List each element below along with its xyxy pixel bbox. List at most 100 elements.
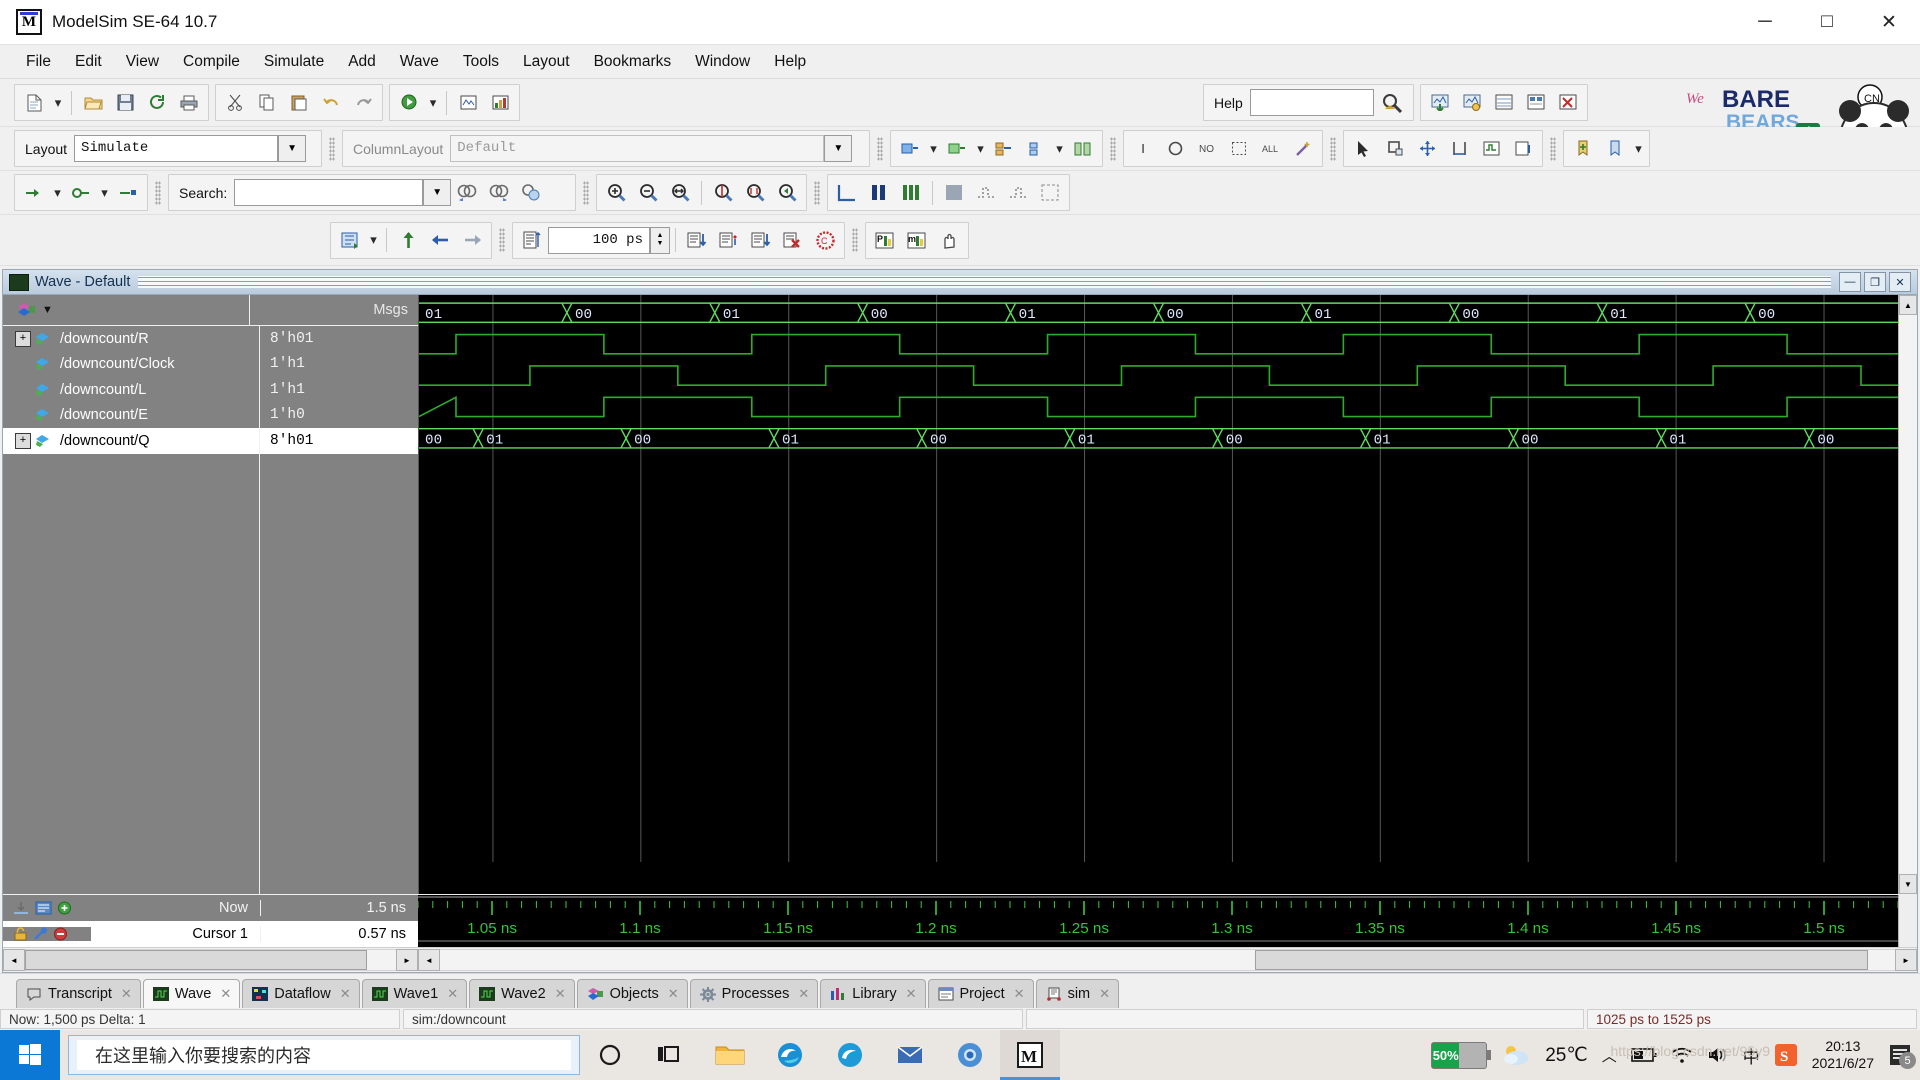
menu-view[interactable]: View bbox=[114, 49, 171, 75]
reload-icon[interactable] bbox=[142, 87, 172, 118]
wave-hscroll-thumb[interactable] bbox=[1254, 950, 1868, 970]
time-ruler[interactable]: 1.05 ns 1.1 ns 1.15 ns 1.2 ns 1.25 ns 1.3 ns 1… bbox=[418, 895, 1898, 947]
zoom-in-icon[interactable] bbox=[601, 177, 631, 208]
taskbar-clock[interactable]: 20:13 2021/6/27 bbox=[1812, 1038, 1874, 1072]
layout-select-input[interactable] bbox=[74, 135, 279, 162]
coverage-icon[interactable] bbox=[485, 87, 515, 118]
help-search-icon[interactable] bbox=[1375, 87, 1409, 118]
view-bars-icon[interactable] bbox=[864, 177, 894, 208]
columnlayout-select-input[interactable] bbox=[450, 135, 825, 162]
expand-icon-R[interactable]: + bbox=[15, 330, 31, 347]
simulate-icon[interactable] bbox=[453, 87, 483, 118]
left-pane-hscroll[interactable]: ◄ ► bbox=[3, 949, 418, 971]
run-length-input[interactable] bbox=[548, 226, 650, 254]
group-signals-icon[interactable] bbox=[989, 133, 1019, 164]
chrome-icon[interactable] bbox=[940, 1030, 1000, 1080]
menu-edit[interactable]: Edit bbox=[63, 49, 114, 75]
taskbar-search[interactable]: 在这里输入你要搜索的内容 bbox=[68, 1035, 580, 1075]
view-single-icon[interactable] bbox=[832, 177, 862, 208]
select-all-icon[interactable]: ALL bbox=[1256, 133, 1286, 164]
pan-tool-icon[interactable] bbox=[1412, 133, 1442, 164]
scroll-up-arrow[interactable]: ▲ bbox=[1899, 295, 1917, 315]
step-forward-icon[interactable] bbox=[457, 225, 487, 256]
tab-close-icon[interactable]: ✕ bbox=[121, 986, 132, 1002]
file-explorer-icon[interactable] bbox=[700, 1030, 760, 1080]
signal-row-Clock[interactable]: + /downcount/Clock bbox=[3, 352, 259, 378]
radix-hex-dropdown-icon[interactable]: ▾ bbox=[974, 133, 987, 164]
hand-tool-icon[interactable] bbox=[934, 225, 964, 256]
tab-objects[interactable]: Objects ✕ bbox=[576, 979, 688, 1008]
menu-window[interactable]: Window bbox=[683, 49, 762, 75]
wave-close-button[interactable]: ✕ bbox=[1889, 272, 1911, 292]
stop-icon[interactable]: C bbox=[810, 225, 840, 256]
search-placeholder-text[interactable]: 在这里输入你要搜索的内容 bbox=[77, 1040, 571, 1070]
wave-hscroll-track[interactable] bbox=[440, 949, 1895, 971]
wave-undock-button[interactable]: ❐ bbox=[1864, 272, 1886, 292]
notification-center-icon[interactable]: 5 bbox=[1888, 1043, 1916, 1069]
restart-dropdown-icon[interactable]: ▾ bbox=[367, 225, 380, 256]
magic-wand-icon[interactable] bbox=[1288, 133, 1318, 164]
compile-icon[interactable] bbox=[394, 87, 424, 118]
battery-indicator[interactable]: 50% bbox=[1431, 1041, 1492, 1069]
columnlayout-dropdown-icon[interactable]: ▼ bbox=[824, 135, 853, 162]
zoom-out-icon[interactable] bbox=[633, 177, 663, 208]
task-view-icon[interactable] bbox=[640, 1030, 700, 1080]
run-length-icon[interactable] bbox=[517, 225, 547, 256]
tab-wave2[interactable]: Wave2 ✕ bbox=[469, 979, 575, 1008]
edit-waveform-icon[interactable] bbox=[1476, 133, 1506, 164]
collapse-signal-icon[interactable] bbox=[66, 177, 96, 208]
group-dropdown-icon[interactable]: ▾ bbox=[1053, 133, 1066, 164]
no-cursor-icon[interactable]: NO bbox=[1192, 133, 1222, 164]
edge-icon[interactable] bbox=[760, 1030, 820, 1080]
expand-signal-dropdown-icon[interactable]: ▾ bbox=[51, 177, 64, 208]
tab-processes[interactable]: Processes ✕ bbox=[689, 979, 819, 1008]
continue-run-icon[interactable] bbox=[714, 225, 744, 256]
cortana-icon[interactable] bbox=[580, 1030, 640, 1080]
circle-cursor-icon[interactable] bbox=[1160, 133, 1190, 164]
restart-icon[interactable] bbox=[335, 225, 365, 256]
tab-close-icon[interactable]: ✕ bbox=[220, 986, 231, 1002]
memory-profile-icon[interactable]: m bbox=[902, 225, 932, 256]
hscroll-thumb[interactable] bbox=[25, 950, 367, 970]
run-all-icon[interactable] bbox=[746, 225, 776, 256]
zoom-last-icon[interactable] bbox=[772, 177, 802, 208]
paste-icon[interactable] bbox=[284, 87, 314, 118]
new-file-icon[interactable] bbox=[19, 87, 49, 118]
close-button[interactable]: ✕ bbox=[1858, 0, 1920, 44]
ungroup-signals-icon[interactable] bbox=[1021, 133, 1051, 164]
layout-dropdown-icon[interactable]: ▼ bbox=[278, 135, 307, 162]
search-next-icon[interactable] bbox=[484, 177, 514, 208]
expand-signal-icon[interactable] bbox=[19, 177, 49, 208]
sogou-icon[interactable]: S bbox=[1774, 1043, 1798, 1067]
wave-expand-icon[interactable] bbox=[1508, 133, 1538, 164]
measure-tool-icon[interactable] bbox=[1444, 133, 1474, 164]
wave-hscroll-right-arrow[interactable]: ► bbox=[1895, 949, 1917, 971]
delete-dataset-icon[interactable] bbox=[1553, 87, 1583, 118]
pointer-tool-icon[interactable] bbox=[1348, 133, 1378, 164]
search-prev-icon[interactable] bbox=[452, 177, 482, 208]
hscroll-left-arrow[interactable]: ◄ bbox=[3, 949, 25, 971]
waveform-compare-icon[interactable] bbox=[1489, 87, 1519, 118]
tab-close-icon[interactable]: ✕ bbox=[906, 986, 917, 1002]
hscroll-right-arrow[interactable]: ► bbox=[396, 949, 418, 971]
step-back-icon[interactable] bbox=[425, 225, 455, 256]
export-wave-icon[interactable] bbox=[1425, 87, 1455, 118]
break-icon[interactable] bbox=[778, 225, 808, 256]
undo-icon[interactable] bbox=[316, 87, 346, 118]
tab-close-icon[interactable]: ✕ bbox=[1014, 986, 1025, 1002]
tab-close-icon[interactable]: ✕ bbox=[668, 986, 679, 1002]
tab-close-icon[interactable]: ✕ bbox=[798, 986, 809, 1002]
view-step-left-icon[interactable] bbox=[971, 177, 1001, 208]
menu-layout[interactable]: Layout bbox=[511, 49, 582, 75]
modelsim-taskbar-icon[interactable]: M bbox=[1000, 1030, 1060, 1080]
expand-icon-Q[interactable]: + bbox=[15, 432, 31, 449]
redo-icon[interactable] bbox=[348, 87, 378, 118]
menu-tools[interactable]: Tools bbox=[451, 49, 511, 75]
tab-wave[interactable]: Wave ✕ bbox=[142, 979, 241, 1008]
minimize-button[interactable]: ─ bbox=[1734, 0, 1796, 44]
import-wave-icon[interactable] bbox=[1457, 87, 1487, 118]
mail-icon[interactable] bbox=[880, 1030, 940, 1080]
save-icon[interactable] bbox=[110, 87, 140, 118]
run-length-stepper[interactable]: ▲ ▼ bbox=[650, 226, 670, 254]
radix-hex-icon[interactable] bbox=[942, 133, 972, 164]
